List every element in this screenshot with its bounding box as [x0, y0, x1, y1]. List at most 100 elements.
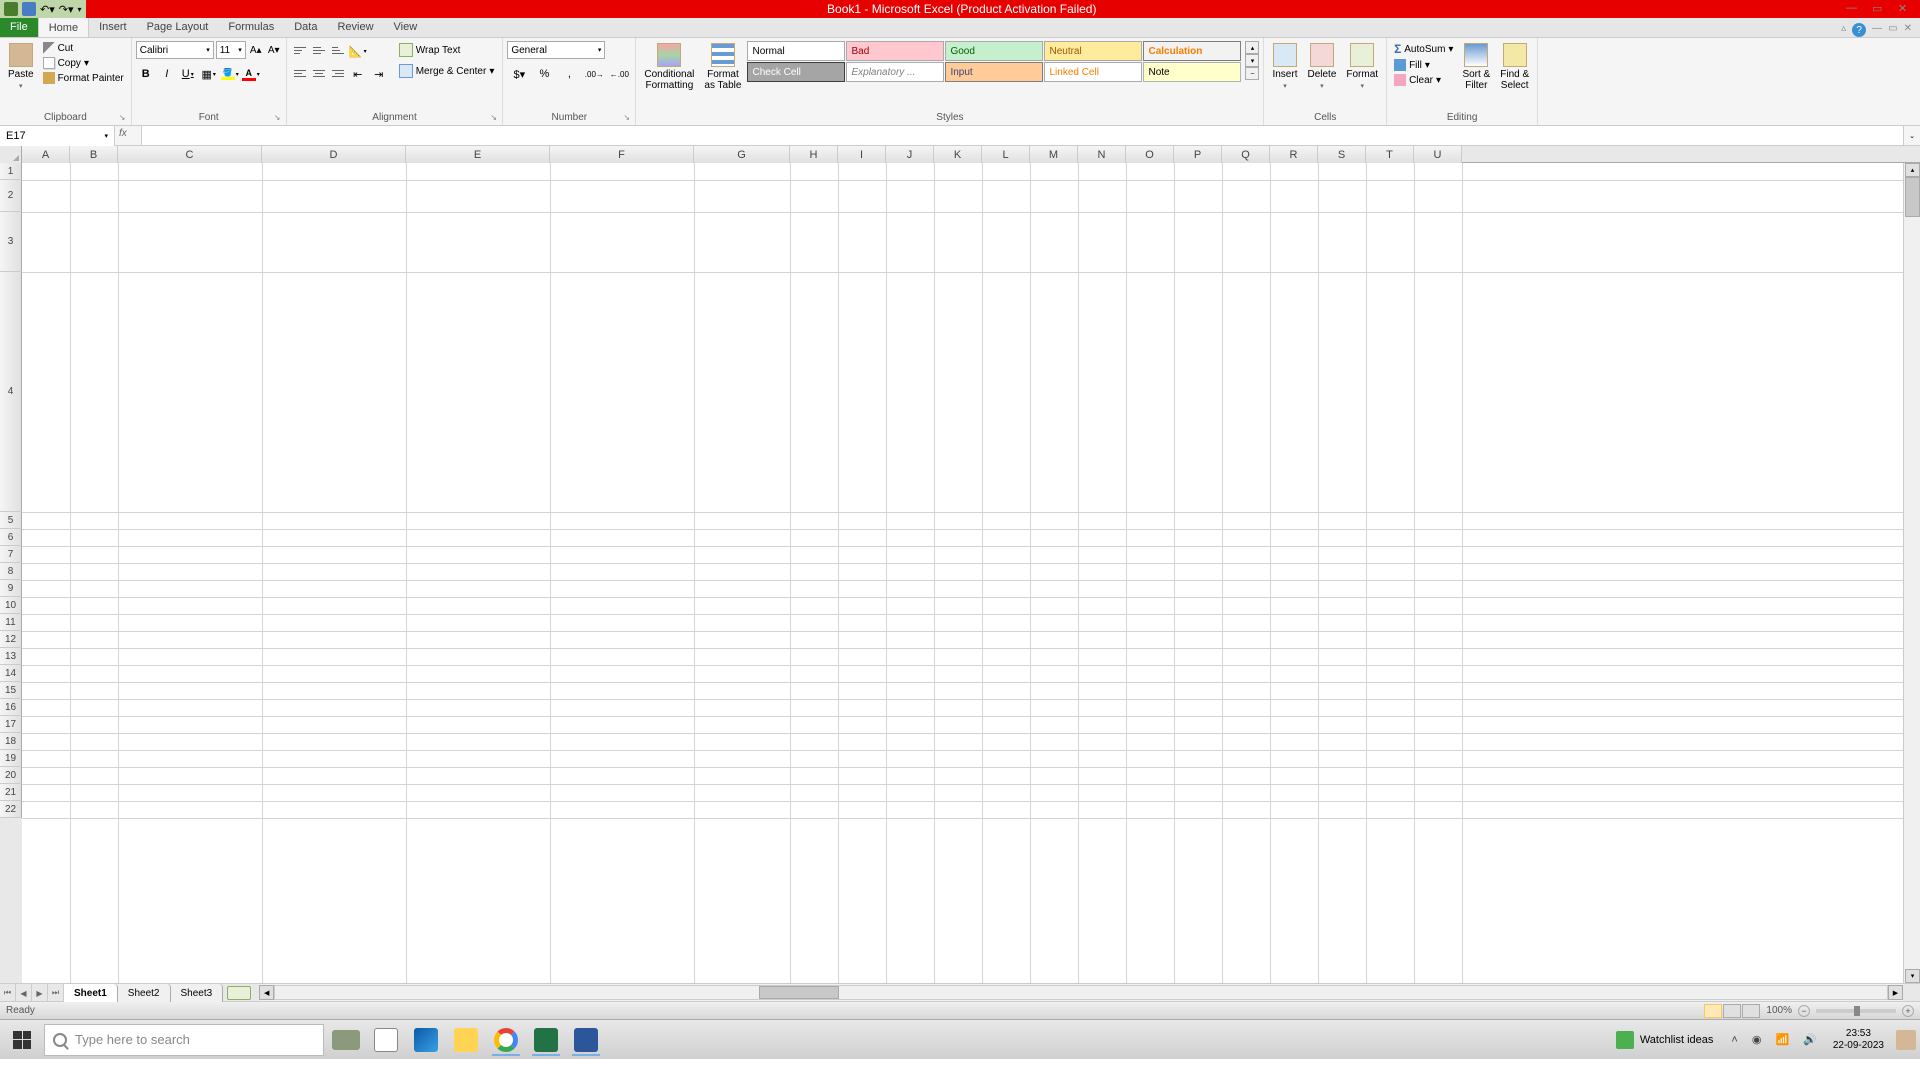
row-header-22[interactable]: 22: [0, 801, 22, 818]
maximize-button[interactable]: ▭: [1872, 2, 1886, 16]
help-icon[interactable]: ?: [1852, 23, 1866, 37]
row-header-21[interactable]: 21: [0, 784, 22, 801]
row-header-14[interactable]: 14: [0, 665, 22, 682]
increase-indent-button[interactable]: ⇥: [369, 64, 389, 84]
number-launcher[interactable]: ↘: [623, 113, 633, 123]
decrease-font-button[interactable]: A▾: [266, 42, 282, 58]
orientation-button[interactable]: 📐▾: [348, 41, 368, 61]
view-page-break[interactable]: [1742, 1004, 1760, 1018]
sheet-tab-2[interactable]: Sheet2: [118, 984, 171, 1002]
sheet-nav-prev[interactable]: ◀: [16, 984, 32, 1002]
start-button[interactable]: [4, 1024, 40, 1056]
tray-volume-icon[interactable]: 🔊: [1799, 1033, 1821, 1046]
view-normal[interactable]: [1704, 1004, 1722, 1018]
clipboard-launcher[interactable]: ↘: [119, 113, 129, 123]
col-header-C[interactable]: C: [118, 146, 262, 163]
autosum-button[interactable]: ΣAutoSum ▾: [1391, 41, 1456, 57]
undo-button[interactable]: ↶▾: [40, 3, 55, 16]
decrease-decimal-button[interactable]: ←.00: [607, 64, 631, 84]
save-icon[interactable]: [22, 2, 36, 16]
taskbar-chrome[interactable]: [488, 1024, 524, 1056]
tab-page-layout[interactable]: Page Layout: [137, 17, 219, 37]
align-right-button[interactable]: [329, 64, 347, 82]
col-header-A[interactable]: A: [22, 146, 70, 163]
sheet-nav-last[interactable]: ⏭: [48, 984, 64, 1002]
style-good[interactable]: Good: [945, 41, 1043, 61]
col-header-I[interactable]: I: [838, 146, 886, 163]
find-select-button[interactable]: Find & Select: [1496, 41, 1533, 110]
row-header-16[interactable]: 16: [0, 699, 22, 716]
col-header-S[interactable]: S: [1318, 146, 1366, 163]
taskbar-explorer[interactable]: [448, 1024, 484, 1056]
row-header-2[interactable]: 2: [0, 180, 22, 212]
styles-scroll-down[interactable]: ▾: [1245, 54, 1259, 67]
zoom-in-button[interactable]: +: [1902, 1005, 1914, 1017]
delete-cells-button[interactable]: Delete ▾: [1303, 41, 1340, 110]
copy-button[interactable]: Copy ▾: [40, 56, 127, 70]
row-header-7[interactable]: 7: [0, 546, 22, 563]
underline-button[interactable]: U▾: [178, 64, 198, 84]
col-header-B[interactable]: B: [70, 146, 118, 163]
col-header-H[interactable]: H: [790, 146, 838, 163]
font-color-button[interactable]: A▾: [241, 64, 261, 84]
zoom-slider[interactable]: [1816, 1009, 1896, 1013]
minimize-ribbon-icon[interactable]: ▵: [1841, 23, 1846, 37]
formula-expand[interactable]: ⌄: [1903, 126, 1920, 145]
row-header-13[interactable]: 13: [0, 648, 22, 665]
taskbar-clock[interactable]: 23:53 22-09-2023: [1827, 1028, 1890, 1052]
bold-button[interactable]: B: [136, 64, 156, 84]
row-header-17[interactable]: 17: [0, 716, 22, 733]
sheet-nav-next[interactable]: ▶: [32, 984, 48, 1002]
sheet-tab-1[interactable]: Sheet1: [64, 984, 118, 1002]
row-header-19[interactable]: 19: [0, 750, 22, 767]
tab-data[interactable]: Data: [284, 17, 327, 37]
paste-button[interactable]: Paste ▾: [4, 41, 38, 110]
view-page-layout[interactable]: [1723, 1004, 1741, 1018]
row-header-8[interactable]: 8: [0, 563, 22, 580]
conditional-formatting-button[interactable]: Conditional Formatting: [640, 41, 698, 110]
cells-area[interactable]: [22, 163, 1903, 983]
row-header-18[interactable]: 18: [0, 733, 22, 750]
col-header-K[interactable]: K: [934, 146, 982, 163]
border-button[interactable]: ▦▾: [199, 64, 219, 84]
task-view-button[interactable]: [368, 1024, 404, 1056]
notifications-button[interactable]: [1896, 1030, 1916, 1050]
style-neutral[interactable]: Neutral: [1044, 41, 1142, 61]
col-header-O[interactable]: O: [1126, 146, 1174, 163]
fill-color-button[interactable]: 🪣▾: [220, 64, 240, 84]
style-calculation[interactable]: Calculation: [1143, 41, 1241, 61]
cut-button[interactable]: Cut: [40, 41, 127, 55]
row-header-3[interactable]: 3: [0, 212, 22, 272]
accounting-button[interactable]: $▾: [507, 64, 531, 84]
taskbar-excel[interactable]: [528, 1024, 564, 1056]
align-left-button[interactable]: [291, 64, 309, 82]
tray-show-hidden[interactable]: ˄: [1727, 1034, 1741, 1046]
row-header-10[interactable]: 10: [0, 597, 22, 614]
col-header-L[interactable]: L: [982, 146, 1030, 163]
col-header-J[interactable]: J: [886, 146, 934, 163]
styles-scroll-up[interactable]: ▴: [1245, 41, 1259, 54]
alignment-launcher[interactable]: ↘: [490, 113, 500, 123]
format-cells-button[interactable]: Format ▾: [1342, 41, 1382, 110]
style-input[interactable]: Input: [945, 62, 1043, 82]
select-all-button[interactable]: [0, 146, 22, 163]
col-header-U[interactable]: U: [1414, 146, 1462, 163]
row-header-5[interactable]: 5: [0, 512, 22, 529]
insert-cells-button[interactable]: Insert ▾: [1268, 41, 1301, 110]
row-header-15[interactable]: 15: [0, 682, 22, 699]
vscroll-down[interactable]: ▾: [1905, 969, 1920, 983]
format-as-table-button[interactable]: Format as Table: [700, 41, 745, 110]
align-bottom-button[interactable]: [329, 41, 347, 59]
formula-input[interactable]: [141, 126, 1903, 145]
style-linked-cell[interactable]: Linked Cell: [1044, 62, 1142, 82]
font-launcher[interactable]: ↘: [274, 113, 284, 123]
zoom-out-button[interactable]: −: [1798, 1005, 1810, 1017]
percent-button[interactable]: %: [532, 64, 556, 84]
style-normal[interactable]: Normal: [747, 41, 845, 61]
col-header-N[interactable]: N: [1078, 146, 1126, 163]
increase-decimal-button[interactable]: .00→: [582, 64, 606, 84]
taskbar-search[interactable]: Type here to search: [44, 1024, 324, 1056]
align-middle-button[interactable]: [310, 41, 328, 59]
clear-button[interactable]: Clear ▾: [1391, 73, 1456, 87]
horizontal-scrollbar[interactable]: ◀ ▶: [259, 984, 1903, 1001]
